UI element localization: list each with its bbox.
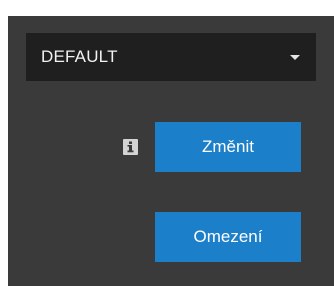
info-icon-glyph: [127, 141, 134, 153]
profile-select-value: DEFAULT: [41, 47, 118, 66]
limits-button[interactable]: Omezení: [155, 212, 301, 262]
info-icon[interactable]: [123, 139, 138, 155]
chevron-down-icon: [290, 55, 300, 60]
profile-select[interactable]: DEFAULT: [26, 33, 316, 81]
change-button[interactable]: Změnit: [155, 122, 301, 172]
